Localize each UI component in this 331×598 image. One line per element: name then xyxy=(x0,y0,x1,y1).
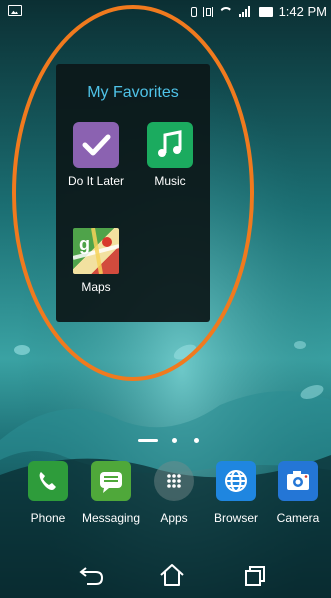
camera-icon[interactable] xyxy=(278,461,318,501)
page-dot-current[interactable] xyxy=(138,439,158,442)
checkmark-icon[interactable] xyxy=(73,122,119,168)
gallery-icon xyxy=(8,5,22,16)
app-label: Messaging xyxy=(81,511,141,525)
clock: 1:42 PM xyxy=(278,4,327,19)
app-label: Phone xyxy=(30,511,66,525)
page-dot[interactable] xyxy=(194,438,199,443)
wifi-icon xyxy=(219,7,233,17)
dock-app-messaging[interactable]: Messaging xyxy=(81,461,141,525)
dock-app-phone[interactable]: Phone xyxy=(18,461,78,525)
status-bar: 1:42 PM xyxy=(0,0,331,24)
phone-icon[interactable] xyxy=(28,461,68,501)
battery-icon xyxy=(258,6,273,17)
app-do-it-later[interactable]: Do It Later xyxy=(61,122,131,188)
page-indicator xyxy=(138,438,208,444)
page-dot[interactable] xyxy=(172,438,177,443)
home-icon[interactable] xyxy=(154,560,190,590)
back-icon[interactable] xyxy=(74,560,110,590)
app-label: Maps xyxy=(81,280,111,294)
vibrate-icon xyxy=(202,6,213,17)
folder-title[interactable]: My Favorites xyxy=(56,84,210,102)
navigation-bar xyxy=(0,552,331,598)
app-label: Do It Later xyxy=(67,174,125,188)
globe-icon[interactable] xyxy=(216,461,256,501)
signal-icon xyxy=(238,6,253,17)
app-music[interactable]: Music xyxy=(135,122,205,188)
app-label: Camera xyxy=(276,511,320,525)
bluetooth-icon xyxy=(190,6,197,17)
svg-text:g: g xyxy=(79,234,90,254)
dock-app-drawer[interactable]: Apps xyxy=(144,461,204,525)
dock-app-camera[interactable]: Camera xyxy=(268,461,328,525)
app-label: Music xyxy=(154,174,186,188)
app-label: Browser xyxy=(213,511,258,525)
recent-apps-icon[interactable] xyxy=(236,560,272,590)
app-drawer-icon[interactable] xyxy=(154,461,194,501)
app-label: Apps xyxy=(160,511,188,525)
favorites-folder: My Favorites Do It Later Music g Maps xyxy=(56,64,210,322)
dock-app-browser[interactable]: Browser xyxy=(206,461,266,525)
app-maps[interactable]: g Maps xyxy=(61,227,131,294)
message-icon[interactable] xyxy=(91,461,131,501)
map-icon[interactable]: g xyxy=(72,227,120,275)
music-note-icon[interactable] xyxy=(147,122,193,168)
